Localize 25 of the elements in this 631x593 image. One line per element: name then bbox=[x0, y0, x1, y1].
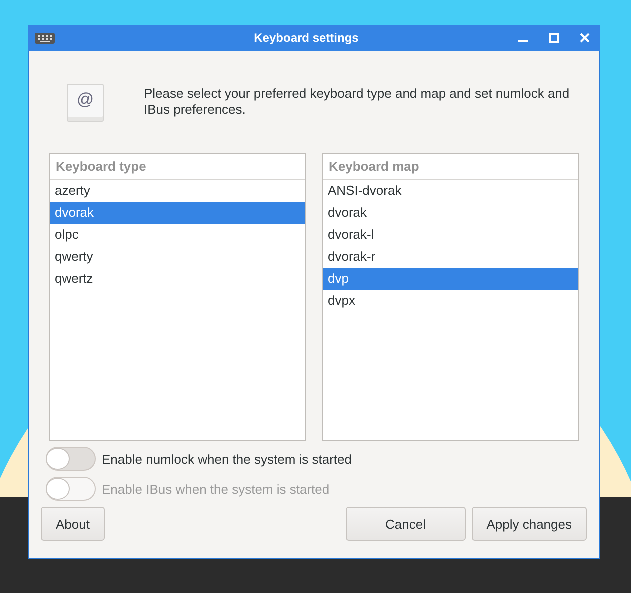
toggle-label: Enable numlock when the system is started bbox=[102, 452, 352, 466]
list-item[interactable]: qwerty bbox=[50, 246, 305, 268]
window-title: Keyboard settings bbox=[253, 31, 360, 45]
list-item[interactable]: dvpx bbox=[323, 290, 578, 312]
intro-text: Please select your preferred keyboard type and map and set numlock and IBus preferences. bbox=[144, 86, 571, 118]
list-item[interactable]: olpc bbox=[50, 224, 305, 246]
keyboard-icon bbox=[35, 32, 55, 44]
maximize-icon[interactable] bbox=[549, 33, 559, 43]
list-item[interactable]: dvp bbox=[323, 268, 578, 290]
about-button[interactable]: About bbox=[41, 507, 105, 541]
list-item[interactable]: azerty bbox=[50, 180, 305, 202]
keyboard-key-icon: @ bbox=[67, 84, 104, 122]
list-item[interactable]: dvorak-r bbox=[323, 246, 578, 268]
list-item[interactable]: dvorak bbox=[323, 202, 578, 224]
apply-button[interactable]: Apply changes bbox=[472, 507, 587, 541]
column-header: Keyboard map bbox=[323, 154, 578, 180]
close-icon[interactable] bbox=[580, 33, 590, 43]
toggle-label: Enable IBus when the system is started bbox=[102, 482, 330, 496]
toggle-switch[interactable] bbox=[46, 447, 96, 471]
list-item[interactable]: qwertz bbox=[50, 268, 305, 290]
list-item[interactable]: dvorak-l bbox=[323, 224, 578, 246]
cancel-button[interactable]: Cancel bbox=[346, 507, 466, 541]
column-header: Keyboard type bbox=[50, 154, 305, 180]
list-item[interactable]: dvorak bbox=[50, 202, 305, 224]
list-item[interactable]: ANSI-dvorak bbox=[323, 180, 578, 202]
